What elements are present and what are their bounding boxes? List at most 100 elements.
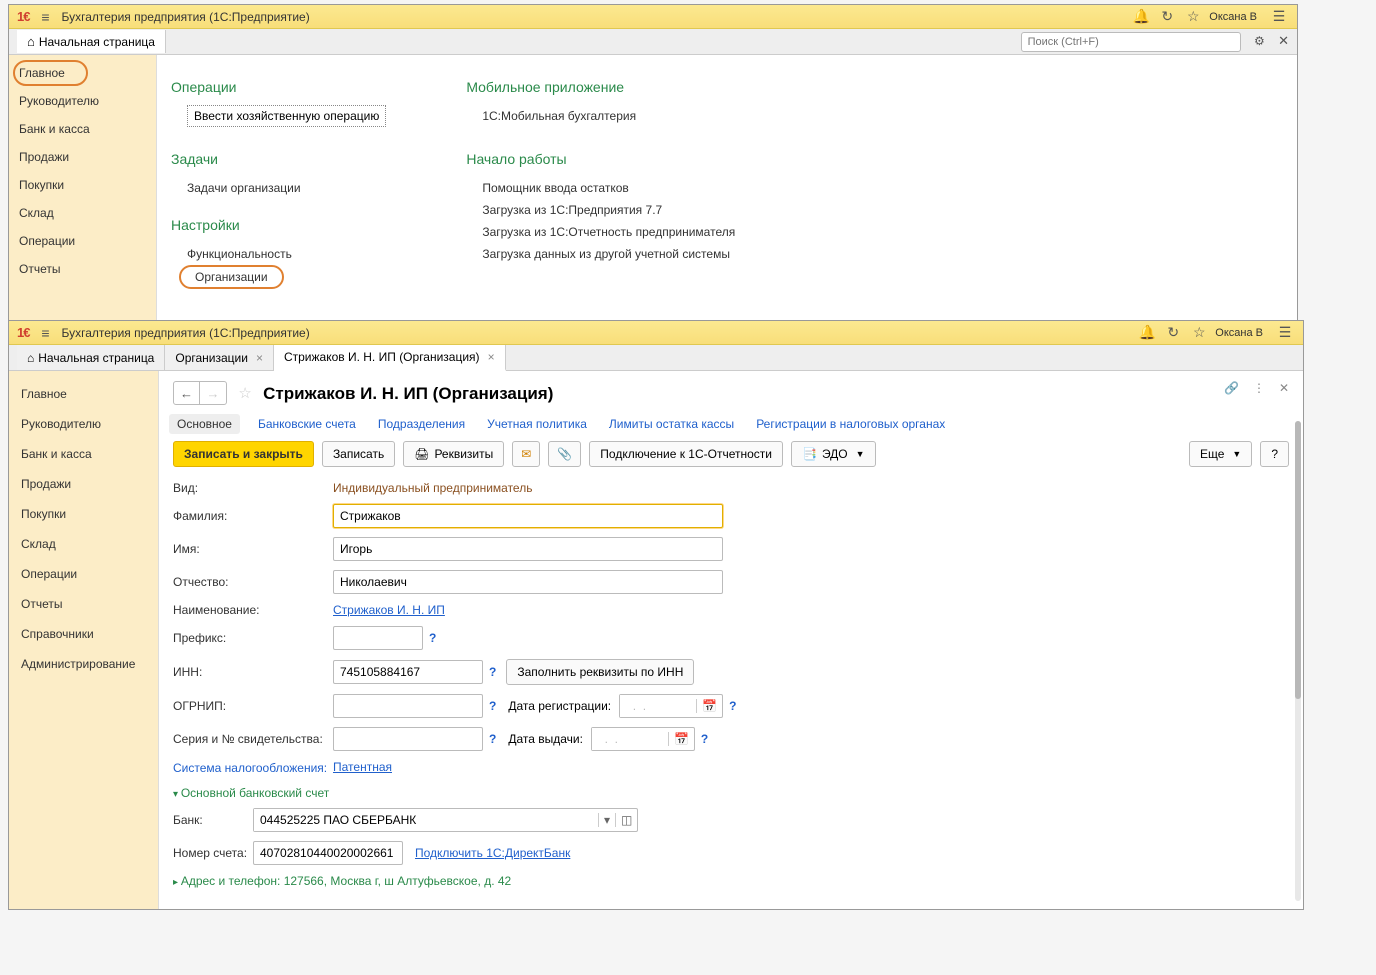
kebab-icon[interactable]: ⋮ [1253, 381, 1265, 395]
sidebar-item-bank[interactable]: Банк и касса [9, 115, 156, 143]
input-ogrnip[interactable] [333, 694, 483, 718]
label-tax-system[interactable]: Система налогообложения: [173, 760, 333, 777]
sidebar2-warehouse[interactable]: Склад [9, 529, 158, 559]
sidebar2-sales[interactable]: Продажи [9, 469, 158, 499]
save-close-button[interactable]: Записать и закрыть [173, 441, 314, 467]
input-fam[interactable] [333, 504, 723, 528]
help-icon[interactable]: ? [429, 631, 436, 645]
bell-icon-2[interactable]: 🔔 [1137, 323, 1157, 343]
link-directbank[interactable]: Подключить 1С:ДиректБанк [415, 846, 570, 860]
sidebar2-manager[interactable]: Руководителю [9, 409, 158, 439]
select-bank[interactable]: ▾◫ [253, 808, 638, 832]
help-icon[interactable]: ? [489, 665, 496, 679]
sidebar2-bank[interactable]: Банк и касса [9, 439, 158, 469]
fill-by-inn-button[interactable]: Заполнить реквизиты по ИНН [506, 659, 694, 685]
link-tax-system[interactable]: Патентная [333, 760, 392, 774]
sidebar-item-operations[interactable]: Операции [9, 227, 156, 255]
close-icon[interactable]: × [256, 351, 263, 365]
expander-address[interactable]: Адрес и телефон: 127566, Москва г, ш Алт… [173, 874, 1289, 888]
title-bar: 1€ ≡ Бухгалтерия предприятия (1С:Предпри… [9, 5, 1297, 29]
close-icon[interactable]: ✕ [1278, 33, 1289, 48]
scroll-thumb[interactable] [1295, 421, 1301, 699]
subtab-subdivisions[interactable]: Подразделения [378, 417, 465, 431]
sidebar-item-warehouse[interactable]: Склад [9, 199, 156, 227]
tab-organizations[interactable]: Организации× [165, 345, 274, 370]
sidebar-item-main[interactable]: Главное [9, 59, 156, 87]
edo-button[interactable]: 📑ЭДО▼ [791, 441, 876, 467]
subtab-cash-limits[interactable]: Лимиты остатка кассы [609, 417, 734, 431]
calendar-icon[interactable]: 📅 [696, 699, 722, 713]
link-start-1[interactable]: Загрузка из 1С:Предприятия 7.7 [466, 199, 735, 221]
search-input[interactable] [1021, 32, 1241, 52]
calendar-icon[interactable]: 📅 [668, 732, 694, 746]
open-icon[interactable]: ◫ [615, 813, 637, 827]
input-date-reg[interactable]: 📅 [619, 694, 723, 718]
scrollbar[interactable] [1295, 421, 1301, 901]
input-prefix[interactable] [333, 626, 423, 650]
input-seria[interactable] [333, 727, 483, 751]
favorite-star-icon[interactable]: ☆ [238, 385, 251, 402]
sidebar-item-reports[interactable]: Отчеты [9, 255, 156, 283]
link-organizations[interactable]: Организации [179, 265, 284, 289]
help-icon[interactable]: ? [729, 699, 736, 713]
save-button[interactable]: Записать [322, 441, 395, 467]
bell-icon[interactable]: 🔔 [1131, 7, 1151, 27]
close-icon[interactable]: × [488, 350, 495, 364]
link-org-tasks[interactable]: Задачи организации [171, 177, 386, 199]
help-icon[interactable]: ? [489, 732, 496, 746]
subtab-main[interactable]: Основное [169, 414, 240, 434]
more-icon-2[interactable]: ☰ [1275, 323, 1295, 343]
subtab-policy[interactable]: Учетная политика [487, 417, 587, 431]
sidebar2-admin[interactable]: Администрирование [9, 649, 158, 679]
chevron-down-icon[interactable]: ▾ [598, 813, 615, 827]
link-mobile-app[interactable]: 1С:Мобильная бухгалтерия [466, 105, 735, 127]
sidebar2-purchases[interactable]: Покупки [9, 499, 158, 529]
input-name[interactable] [333, 537, 723, 561]
mail-button[interactable]: ✉ [512, 441, 540, 467]
attach-button[interactable]: 📎 [548, 441, 581, 467]
history-icon[interactable]: ↻ [1157, 7, 1177, 27]
connect-report-button[interactable]: Подключение к 1С-Отчетности [589, 441, 783, 467]
hamburger-icon-2[interactable]: ≡ [37, 325, 53, 341]
input-inn[interactable] [333, 660, 483, 684]
subtab-tax-reg[interactable]: Регистрации в налоговых органах [756, 417, 945, 431]
tab-home-2[interactable]: ⌂Начальная страница [17, 345, 165, 370]
input-date-issue[interactable]: 📅 [591, 727, 695, 751]
star-icon-2[interactable]: ☆ [1189, 323, 1209, 343]
sidebar2-reports[interactable]: Отчеты [9, 589, 158, 619]
link-enter-operation[interactable]: Ввести хозяйственную операцию [187, 105, 386, 127]
requisites-button[interactable]: 🖨Реквизиты [403, 441, 504, 467]
help-icon[interactable]: ? [489, 699, 496, 713]
user-name-2[interactable]: Оксана В [1215, 327, 1263, 339]
sidebar2-operations[interactable]: Операции [9, 559, 158, 589]
forward-button[interactable]: → [200, 382, 226, 404]
close-page-icon[interactable]: ✕ [1279, 381, 1289, 395]
tab-strizhakov[interactable]: Стрижаков И. Н. ИП (Организация)× [274, 345, 506, 371]
help-icon[interactable]: ? [701, 732, 708, 746]
user-name[interactable]: Оксана В [1209, 11, 1257, 23]
link-functionality[interactable]: Функциональность [171, 243, 386, 265]
back-button[interactable]: ← [174, 382, 200, 404]
subtab-bank-accounts[interactable]: Банковские счета [258, 417, 356, 431]
input-acct[interactable] [253, 841, 403, 865]
input-otch[interactable] [333, 570, 723, 594]
hamburger-icon[interactable]: ≡ [37, 9, 53, 25]
link-naim[interactable]: Стрижаков И. Н. ИП [333, 603, 445, 617]
expander-bank[interactable]: Основной банковский счет [173, 786, 1289, 800]
link-start-2[interactable]: Загрузка из 1С:Отчетность предпринимател… [466, 221, 735, 243]
sidebar-item-manager[interactable]: Руководителю [9, 87, 156, 115]
sidebar-item-sales[interactable]: Продажи [9, 143, 156, 171]
more-icon[interactable]: ☰ [1269, 7, 1289, 27]
help-button[interactable]: ? [1260, 441, 1289, 467]
star-icon[interactable]: ☆ [1183, 7, 1203, 27]
link-start-0[interactable]: Помощник ввода остатков [466, 177, 735, 199]
sidebar2-main[interactable]: Главное [9, 379, 158, 409]
history-icon-2[interactable]: ↻ [1163, 323, 1183, 343]
link-start-3[interactable]: Загрузка данных из другой учетной систем… [466, 243, 735, 265]
sidebar-item-purchases[interactable]: Покупки [9, 171, 156, 199]
sidebar2-refs[interactable]: Справочники [9, 619, 158, 649]
more-button[interactable]: Еще▼ [1189, 441, 1252, 467]
gear-icon[interactable]: ⚙ [1254, 34, 1265, 48]
tab-home[interactable]: ⌂ Начальная страница [17, 30, 166, 53]
link-icon[interactable]: 🔗 [1224, 381, 1239, 395]
